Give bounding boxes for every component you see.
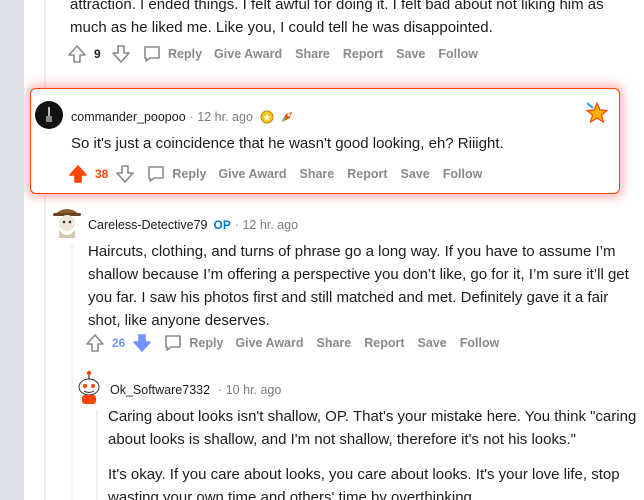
username[interactable]: commander_poopoo — [71, 110, 186, 124]
comment-body: Caring about looks isn't shallow, OP. Th… — [108, 405, 636, 500]
reply-button[interactable]: Reply — [146, 164, 206, 184]
comment-text-line: attraction. I ended things. I felt awful… — [70, 0, 604, 13]
detective-avatar-icon — [53, 209, 81, 238]
comment-bubble-icon — [165, 335, 182, 351]
highlighted-comment: commander_poopoo · 12 hr. ago So it's ju… — [30, 88, 620, 194]
downvote-icon — [116, 165, 135, 183]
comment-text-line: Haircuts, clothing, and turns of phrase … — [88, 243, 616, 260]
comment-body: Haircuts, clothing, and turns of phrase … — [88, 240, 629, 332]
downvote-icon — [112, 45, 130, 63]
vote-count: 38 — [95, 167, 109, 181]
thread-line[interactable] — [71, 245, 73, 500]
upvote-icon — [69, 165, 87, 183]
share-button[interactable]: Share — [300, 167, 335, 181]
report-button[interactable]: Report — [364, 336, 404, 350]
thread-line[interactable] — [44, 194, 46, 500]
follow-button[interactable]: Follow — [438, 47, 478, 61]
comment-text: So it's just a coincidence that he wasn'… — [71, 135, 504, 152]
snoo-avatar-icon — [78, 370, 100, 404]
vote-count: 26 — [112, 336, 126, 350]
upvote-icon — [68, 45, 86, 63]
reply-label: Reply — [172, 167, 207, 181]
report-button[interactable]: Report — [343, 47, 383, 61]
reply-button[interactable]: Reply — [142, 44, 202, 64]
comment-bubble-icon — [144, 46, 160, 62]
vote-count: 9 — [94, 47, 101, 61]
avatar-figure-icon — [46, 107, 52, 122]
give-award-button[interactable]: Give Award — [235, 336, 303, 350]
avatar[interactable] — [52, 204, 82, 238]
save-button[interactable]: Save — [401, 167, 430, 181]
reply-button[interactable]: Reply — [163, 333, 223, 353]
username[interactable]: Careless-Detective79 — [88, 218, 208, 232]
op-badge: OP — [213, 218, 231, 232]
downvote-button[interactable] — [131, 332, 153, 354]
comment-text-line: shot, like anyone deserves. — [88, 312, 270, 329]
thread-line[interactable] — [96, 410, 98, 500]
timestamp[interactable]: · 12 hr. ago — [235, 218, 298, 232]
comment-text-line: you far. I saw his photos first and stil… — [88, 289, 609, 306]
comment-actions: 38 Reply Give Award Share Report Save Fo… — [67, 162, 495, 186]
give-award-button[interactable]: Give Award — [214, 47, 282, 61]
save-button[interactable]: Save — [396, 47, 425, 61]
follow-button[interactable]: Follow — [443, 167, 483, 181]
comment-bubble-icon — [148, 166, 165, 182]
comment-body: attraction. I ended things. I felt awful… — [70, 0, 604, 39]
rocket-award-icon[interactable] — [279, 109, 295, 125]
follow-button[interactable]: Follow — [460, 336, 500, 350]
comment-text-line: much as he liked me. Like you, I could t… — [70, 19, 493, 36]
comment-text-line: about looks is shallow, and I'm not shal… — [108, 431, 576, 448]
avatar[interactable] — [74, 370, 104, 404]
comment-actions: 9 Reply Give Award Share Report Save Fol… — [66, 42, 491, 66]
upvote-icon — [86, 334, 104, 352]
downvote-button[interactable] — [110, 43, 132, 65]
comment-text-line: wasting your own time and others' time b… — [108, 489, 477, 500]
comment-thread: attraction. I ended things. I felt awful… — [24, 0, 644, 500]
reply-label: Reply — [189, 336, 224, 350]
comment-actions: 26 Reply Give Award Share Report Save Fo… — [84, 331, 512, 355]
upvote-button[interactable] — [67, 163, 89, 185]
username[interactable]: Ok_Software7332 — [110, 383, 210, 397]
thread-line[interactable] — [44, 0, 46, 88]
comment-header: commander_poopoo · 12 hr. ago — [71, 109, 295, 125]
avatar[interactable] — [35, 101, 63, 129]
share-button[interactable]: Share — [317, 336, 352, 350]
comment-header: Ok_Software7332 · 10 hr. ago — [110, 383, 281, 397]
timestamp[interactable]: · 10 hr. ago — [218, 383, 281, 397]
gold-award-icon[interactable] — [259, 109, 275, 125]
save-button[interactable]: Save — [418, 336, 447, 350]
upvote-button[interactable] — [66, 43, 88, 65]
comment-text-line: It's okay. If you care about looks, you … — [108, 466, 620, 483]
comment-text-line: Caring about looks isn't shallow, OP. Th… — [108, 408, 637, 425]
give-award-button[interactable]: Give Award — [218, 167, 286, 181]
share-button[interactable]: Share — [295, 47, 330, 61]
comment-text-line: shallow because I’m offering a perspecti… — [88, 266, 629, 283]
reply-label: Reply — [168, 47, 203, 61]
downvote-icon — [133, 334, 152, 352]
timestamp[interactable]: · 12 hr. ago — [190, 110, 253, 124]
downvote-button[interactable] — [114, 163, 136, 185]
award-star-icon[interactable] — [585, 101, 609, 130]
report-button[interactable]: Report — [347, 167, 387, 181]
upvote-button[interactable] — [84, 332, 106, 354]
comment-header: Careless-Detective79 OP · 12 hr. ago — [88, 218, 298, 232]
